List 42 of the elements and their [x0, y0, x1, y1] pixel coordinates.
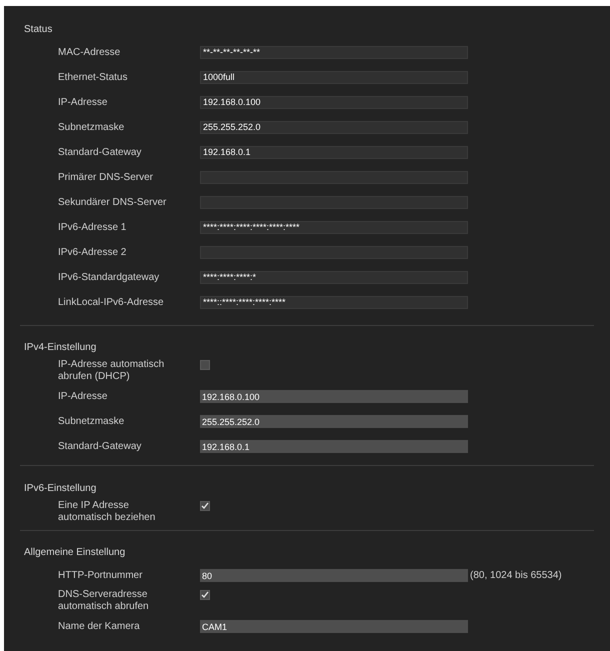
- readonly-field: 192.168.0.1: [200, 146, 468, 159]
- checkbox[interactable]: [200, 590, 210, 600]
- field-label: IP-Adresse: [58, 96, 108, 108]
- readonly-field: ****::****:****:****:****: [200, 296, 468, 309]
- hint-text: (80, 1024 bis 65534): [470, 569, 562, 583]
- checkbox[interactable]: [200, 501, 210, 511]
- field-label: Subnetzmaske: [58, 122, 126, 134]
- section-title: IPv4-Einstellung: [24, 340, 96, 354]
- field-label: Ethernet-Status: [58, 72, 128, 84]
- checkmark-icon: [201, 591, 209, 599]
- field-label: Primärer DNS-Server: [58, 172, 154, 184]
- input-field[interactable]: CAM1: [200, 620, 468, 633]
- field-label: Standard-Gateway: [58, 440, 142, 452]
- field-label: IP-Adresse: [58, 390, 108, 402]
- field-label: Standard-Gateway: [58, 146, 142, 158]
- field-label: Name der Kamera: [58, 620, 141, 632]
- input-field[interactable]: 192.168.0.1: [200, 440, 468, 453]
- input-field[interactable]: 192.168.0.100: [200, 390, 468, 403]
- field-label: IPv6-Adresse 1: [58, 222, 128, 234]
- section-title: Allgemeine Einstellung: [24, 546, 126, 560]
- field-label: Subnetzmaske: [58, 416, 126, 428]
- checkmark-icon: [201, 502, 209, 510]
- input-field[interactable]: 255.255.252.0: [200, 415, 468, 428]
- field-label: IPv6-Adresse 2: [58, 246, 128, 258]
- section-title: Status: [24, 22, 52, 36]
- readonly-field: **-**-**-**-**-**: [200, 46, 468, 59]
- field-label: DNS-Serveradresse automatisch abrufen: [58, 589, 150, 613]
- field-label: IPv6-Standardgateway: [58, 272, 160, 284]
- section-title: IPv6-Einstellung: [24, 482, 96, 496]
- field-label: Sekundärer DNS-Server: [58, 196, 168, 208]
- field-label: HTTP-Portnummer: [58, 570, 144, 582]
- readonly-field: ****:****:****:*: [200, 271, 468, 284]
- readonly-field: 255.255.252.0: [200, 121, 468, 134]
- field-label: Eine IP Adresse automatisch beziehen: [58, 500, 156, 524]
- readonly-field: 192.168.0.100: [200, 96, 468, 109]
- input-field[interactable]: 80: [200, 569, 468, 582]
- field-label: LinkLocal-IPv6-Adresse: [58, 296, 165, 308]
- readonly-field: ****:****:****:****:****:****: [200, 221, 468, 234]
- readonly-field: 1000full: [200, 71, 468, 84]
- field-label: IP-Adresse automatisch abrufen (DHCP): [58, 359, 166, 383]
- field-label: MAC-Adresse: [58, 46, 122, 58]
- checkbox[interactable]: [200, 360, 210, 370]
